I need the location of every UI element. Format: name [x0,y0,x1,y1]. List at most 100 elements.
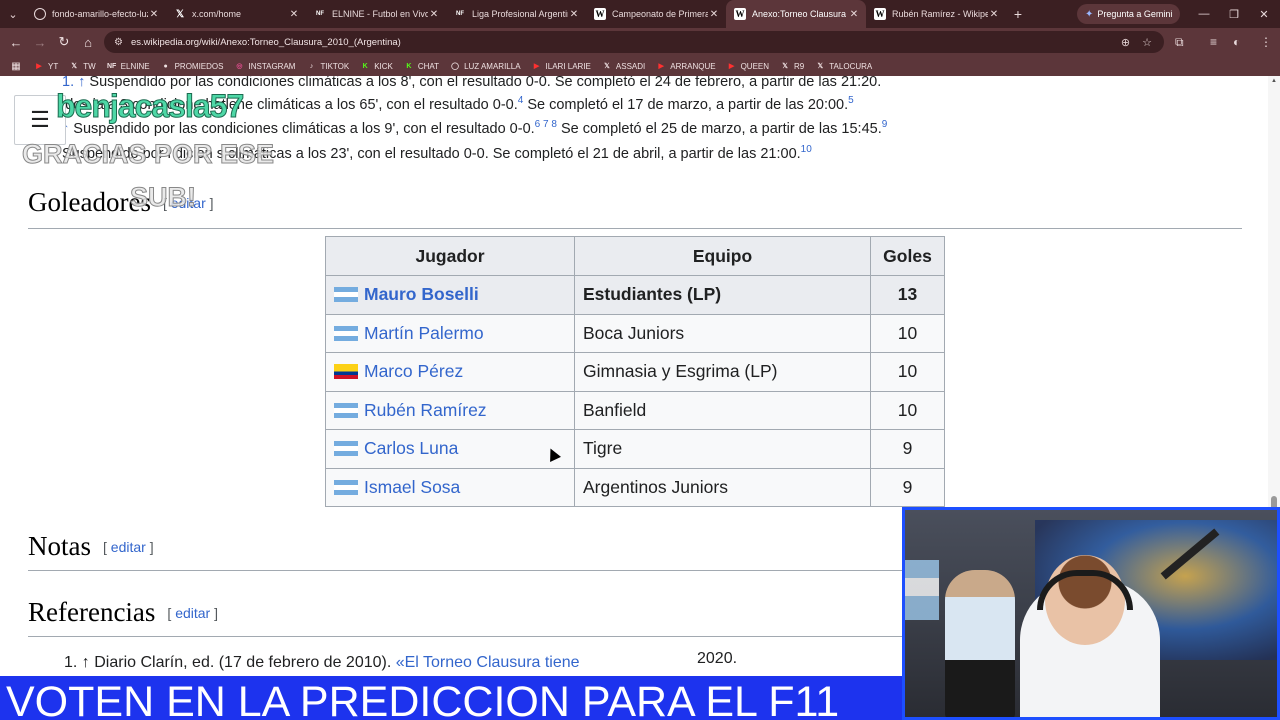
player-link[interactable]: Ismael Sosa [364,477,460,497]
restore-icon[interactable]: ❐ [1218,0,1250,28]
browser-tab[interactable]: fondo-amarillo-efecto-luz ✕ [26,0,166,28]
tab-close-icon[interactable]: ✕ [708,9,720,20]
new-tab-button[interactable]: + [1006,6,1030,22]
player-cell: Marco Pérez [325,352,575,392]
minimize-icon[interactable]: — [1188,0,1220,28]
address-bar[interactable]: ⚙ es.wikipedia.org/wiki/Anexo:Torneo_Cla… [104,31,1164,53]
globe-icon [34,8,46,20]
bookmark-label: LUZ AMARILLA [464,61,521,71]
tab-close-icon[interactable]: ✕ [428,9,440,20]
bookmark-item[interactable]: ▶ YT [34,61,58,71]
tab-close-icon[interactable]: ✕ [988,9,1000,20]
bookmark-label: TALOCURA [829,61,873,71]
bookmark-favicon-icon: ▶ [533,63,540,70]
player-link[interactable]: Carlos Luna [364,438,458,458]
gemini-button[interactable]: ✦ Pregunta a Gemini [1077,4,1181,24]
player-link[interactable]: Martín Palermo [364,323,484,343]
player-cell: Mauro Boselli [325,275,575,315]
bookmark-label: INSTAGRAM [248,61,296,71]
x-icon: 𝕏 [175,8,185,20]
bookmark-label: ELNINE [120,61,150,71]
sub-alert-thanks: GRACIAS POR ESE [21,139,275,170]
player-link[interactable]: Rubén Ramírez [364,400,487,420]
bookmark-favicon-icon: ♪ [309,62,314,70]
browser-tab[interactable]: 𝕏x.com/home ✕ [166,0,306,28]
bookmark-favicon-icon: ▶ [36,63,42,70]
tab-title: Anexo:Torneo Clausura 20 [752,9,848,19]
tab-title: Campeonato de Primera D [612,9,708,19]
tab-menu-icon[interactable]: ≡ [1210,28,1217,56]
forward-arrow-icon[interactable]: → [28,28,52,56]
reference-link[interactable]: «El Torneo Clausura tiene [396,654,580,671]
bookmark-star-icon[interactable]: ☆ [1142,36,1152,49]
site-info-icon[interactable]: ⚙ [114,37,123,48]
scroll-up-icon[interactable]: ▲ [1271,78,1277,84]
bookmark-item[interactable]: K KICK [360,61,393,71]
bookmark-item[interactable]: 𝕏 TW [69,61,95,71]
bookmark-item[interactable]: ◎ INSTAGRAM [234,61,295,71]
bookmark-item[interactable]: ◯ LUZ AMARILLA [450,61,520,71]
window-close-icon[interactable]: ✕ [1248,0,1280,28]
player-cell: Martín Palermo [325,313,575,353]
goals-cell: 10 [870,390,945,430]
browser-tab[interactable]: W Rubén Ramírez - Wikipedi ✕ [866,0,1006,28]
browser-tab[interactable]: W Anexo:Torneo Clausura 20 ✕ [726,0,866,28]
player-link[interactable]: Marco Pérez [364,361,463,381]
tab-title: Liga Profesional Argentina [472,9,568,19]
bookmark-item[interactable]: 𝕏 TALOCURA [815,61,872,71]
bookmark-item[interactable]: 𝕏 R9 [780,61,804,71]
tab-title: fondo-amarillo-efecto-luz [52,9,148,19]
prediction-banner: VOTEN EN LA PREDICCION PARA EL F11 [0,676,904,720]
bookmark-item[interactable]: ▶ ARRANQUE [656,61,716,71]
bookmark-item[interactable]: ♪ TIKTOK [306,61,350,71]
browser-tab[interactable]: W Campeonato de Primera D✕ [586,0,726,28]
back-arrow-icon[interactable]: ← [4,28,28,56]
reload-icon[interactable]: ↻ [52,28,76,56]
bookmark-item[interactable]: ▶ QUEEN [727,61,769,71]
bookmark-item[interactable]: NF ELNINE [107,61,150,71]
note-ref[interactable]: 5 [848,95,854,106]
bookmark-label: ASSADI [615,61,646,71]
goals-cell: 10 [870,313,945,353]
references-edit-link[interactable]: editar [175,605,210,621]
note-text-2: Se completó el 25 de marzo, a partir de … [556,120,882,137]
note-ref[interactable]: 6 7 8 [535,119,557,130]
wikipedia-icon: W [594,8,606,20]
zoom-icon[interactable]: ⊕ [1121,36,1130,49]
table-row: Martín Palermo Boca Juniors 10 [325,313,945,353]
note-ref[interactable]: 10 [801,144,812,155]
bookmark-item[interactable]: K CHAT [404,61,439,71]
tab-close-icon[interactable]: ✕ [848,9,860,20]
notes-edit-link[interactable]: editar [111,539,146,555]
argentina-flag-icon [334,479,358,495]
reference-text: Diario Clarín, ed. (17 de febrero de 201… [94,654,396,671]
bookmark-favicon-icon: NF [107,62,117,70]
bookmark-item[interactable]: 𝕏 ASSADI [602,61,645,71]
references-edit: [ editar ] [167,605,219,621]
argentina-flag-icon [334,441,358,457]
player-link[interactable]: Mauro Boselli [364,284,479,304]
elnine-icon: NF [456,11,464,17]
note-text-2: Se completó el 24 de febrero, a partir d… [550,76,882,90]
apps-grid-icon[interactable]: ▦ [6,61,26,72]
browser-tab[interactable]: NF Liga Profesional Argentina ✕ [446,0,586,28]
bookmark-item[interactable]: ▶ ILARI LARIE [532,61,591,71]
tab-close-icon[interactable]: ✕ [148,9,160,20]
bookmark-label: TW [83,61,96,71]
note-ref[interactable]: 9 [882,119,888,130]
notes-title: Notas [28,531,91,561]
browser-tab[interactable]: NF ELNINE - Futbol en Vivo ✕ [306,0,446,28]
goals-cell: 9 [870,429,945,469]
tab-close-icon[interactable]: ✕ [288,9,300,20]
bookmark-favicon-icon: K [362,62,368,70]
bookmark-label: CHAT [417,61,440,71]
bookmark-item[interactable]: ● PROMIEDOS [161,61,223,71]
extensions-icon[interactable]: ⧉ [1175,28,1184,56]
profile-avatar-icon[interactable]: ◐ [1233,28,1240,56]
home-icon[interactable]: ⌂ [76,28,100,56]
tab-close-icon[interactable]: ✕ [568,9,580,20]
bookmark-favicon-icon: ◯ [451,63,459,70]
more-menu-icon[interactable]: ⋮ [1260,28,1272,56]
tab-search-chevron-icon[interactable]: ⌄ [0,0,26,28]
section-divider [28,228,1242,229]
